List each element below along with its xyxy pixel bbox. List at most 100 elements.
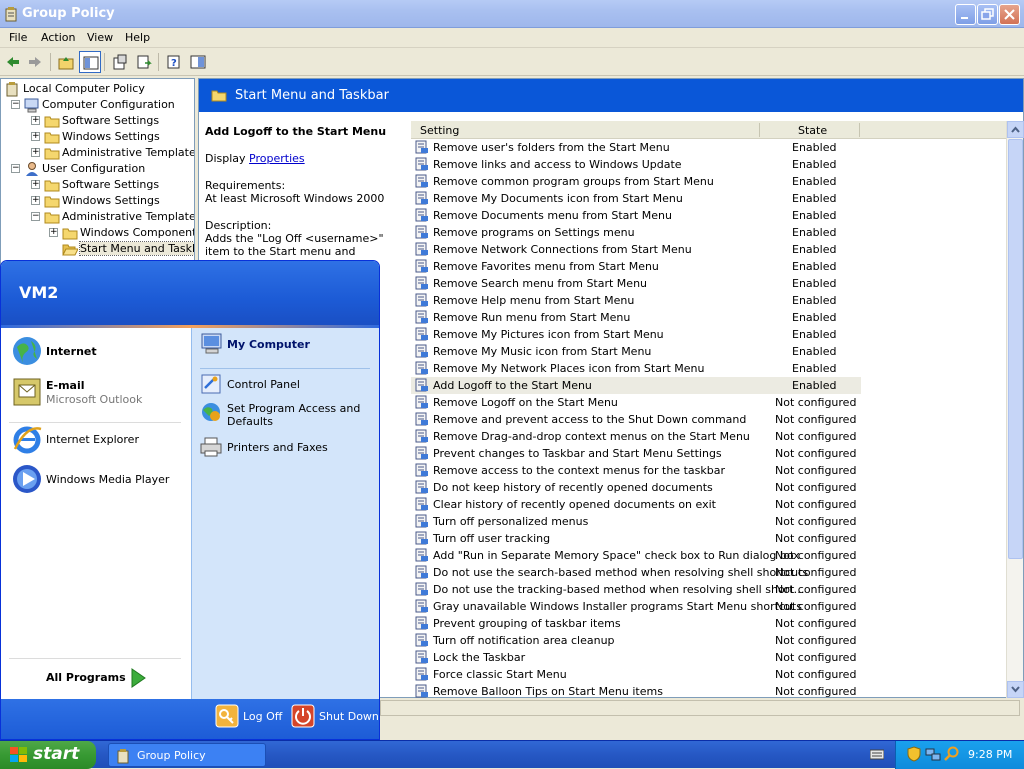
forward-button[interactable] xyxy=(24,51,46,73)
help-button[interactable]: ? xyxy=(163,51,185,73)
security-shield-icon[interactable] xyxy=(906,746,922,762)
column-divider[interactable] xyxy=(859,123,860,137)
start-item-internet[interactable]: Internet xyxy=(11,335,186,369)
menu-action[interactable]: Action xyxy=(41,31,75,44)
settings-list[interactable]: Remove user's folders from the Start Men… xyxy=(411,139,1011,699)
setting-row[interactable]: Remove Favorites menu from Start Menu Ena… xyxy=(411,258,861,275)
setting-row[interactable]: Lock the Taskbar Not configured xyxy=(411,649,861,666)
tree-item[interactable]: + Windows Settings xyxy=(31,129,194,145)
setting-row[interactable]: Force classic Start Menu Not configured xyxy=(411,666,861,683)
start-item-printers[interactable]: Printers and Faxes xyxy=(200,436,375,460)
setting-row[interactable]: Remove Search menu from Start Menu Enable… xyxy=(411,275,861,292)
expand-toggle-icon[interactable]: + xyxy=(31,196,40,205)
menu-help[interactable]: Help xyxy=(125,31,150,44)
expand-toggle-icon[interactable]: + xyxy=(49,228,58,237)
minimize-button[interactable] xyxy=(955,4,976,25)
maximize-button[interactable] xyxy=(977,4,998,25)
scroll-down-arrow[interactable] xyxy=(1007,681,1024,698)
up-one-level-button[interactable] xyxy=(55,51,77,73)
tree-item[interactable]: + Administrative Templates xyxy=(31,145,194,161)
properties-link[interactable]: Properties xyxy=(249,152,305,165)
taskbar-button-group-policy[interactable]: Group Policy xyxy=(108,743,266,767)
setting-row[interactable]: Prevent grouping of taskbar items Not con… xyxy=(411,615,861,632)
tree-item[interactable]: + Software Settings xyxy=(31,177,194,193)
start-item-control-panel[interactable]: Control Panel xyxy=(200,373,375,397)
clock[interactable]: 9:28 PM xyxy=(968,748,1012,761)
properties-button[interactable] xyxy=(109,51,131,73)
setting-row[interactable]: Remove links and access to Windows Updat… xyxy=(411,156,861,173)
setting-row[interactable]: Add "Run in Separate Memory Space" check… xyxy=(411,547,861,564)
setting-row[interactable]: Remove Balloon Tips on Start Menu items N… xyxy=(411,683,861,699)
vertical-scrollbar[interactable] xyxy=(1006,121,1024,698)
log-off-button[interactable]: Log Off xyxy=(215,704,285,730)
show-description-button[interactable] xyxy=(187,51,209,73)
setting-row[interactable]: Remove Drag-and-drop context menus on th… xyxy=(411,428,861,445)
scroll-thumb[interactable] xyxy=(1008,139,1023,559)
start-item-media-player[interactable]: Windows Media Player xyxy=(11,463,186,497)
column-header-state[interactable]: State xyxy=(798,124,827,137)
close-button[interactable] xyxy=(999,4,1020,25)
search-icon[interactable] xyxy=(944,746,960,762)
setting-row[interactable]: Turn off user tracking Not configured xyxy=(411,530,861,547)
setting-row[interactable]: Remove Logoff on the Start Menu Not confi… xyxy=(411,394,861,411)
scroll-up-arrow[interactable] xyxy=(1007,121,1024,138)
column-header-setting[interactable]: Setting xyxy=(420,124,459,137)
setting-row[interactable]: Do not use the tracking-based method whe… xyxy=(411,581,861,598)
start-button[interactable]: start xyxy=(0,741,96,769)
setting-row[interactable]: Remove Help menu from Start Menu Enabled xyxy=(411,292,861,309)
setting-row[interactable]: Remove Network Connections from Start Me… xyxy=(411,241,861,258)
setting-row[interactable]: Gray unavailable Windows Installer progr… xyxy=(411,598,861,615)
setting-row[interactable]: Turn off personalized menus Not configure… xyxy=(411,513,861,530)
menu-view[interactable]: View xyxy=(87,31,113,44)
start-item-email[interactable]: E-mail Microsoft Outlook xyxy=(11,376,186,410)
setting-row[interactable]: Do not use the search-based method when … xyxy=(411,564,861,581)
setting-row[interactable]: Prevent changes to Taskbar and Start Men… xyxy=(411,445,861,462)
title-bar[interactable]: Group Policy xyxy=(0,0,1024,28)
expand-toggle-icon[interactable]: + xyxy=(31,116,40,125)
setting-row[interactable]: Clear history of recently opened documen… xyxy=(411,496,861,513)
setting-row[interactable]: Remove and prevent access to the Shut Do… xyxy=(411,411,861,428)
tree-item[interactable]: + Windows Settings xyxy=(31,193,194,209)
show-hide-tree-button[interactable] xyxy=(79,51,101,73)
all-programs-button[interactable]: All Programs xyxy=(46,666,156,690)
menu-file[interactable]: File xyxy=(9,31,27,44)
shut-down-button[interactable]: Shut Down xyxy=(291,704,379,730)
tree-item[interactable]: − Computer Configuration xyxy=(11,97,194,113)
setting-row[interactable]: Remove Documents menu from Start Menu Ena… xyxy=(411,207,861,224)
setting-name: Do not keep history of recently opened d… xyxy=(433,481,713,494)
expand-toggle-icon[interactable]: + xyxy=(31,180,40,189)
back-button[interactable] xyxy=(2,51,24,73)
start-item-my-computer[interactable]: My Computer xyxy=(200,332,375,360)
expand-toggle-icon[interactable]: + xyxy=(31,132,40,141)
setting-row[interactable]: Do not keep history of recently opened d… xyxy=(411,479,861,496)
start-item-program-access[interactable]: Set Program Access and Defaults xyxy=(200,401,375,431)
column-divider[interactable] xyxy=(759,123,760,137)
setting-row[interactable]: Remove access to the context menus for t… xyxy=(411,462,861,479)
setting-row[interactable]: Remove programs on Settings menu Enabled xyxy=(411,224,861,241)
tree-item[interactable]: Local Computer Policy xyxy=(5,81,194,97)
setting-row[interactable]: Turn off notification area cleanup Not co… xyxy=(411,632,861,649)
expand-toggle-icon[interactable]: − xyxy=(11,164,20,173)
setting-row[interactable]: Remove My Music icon from Start Menu Enab… xyxy=(411,343,861,360)
control-panel-icon xyxy=(200,373,222,395)
setting-row[interactable]: Remove My Pictures icon from Start Menu E… xyxy=(411,326,861,343)
start-item-internet-explorer[interactable]: Internet Explorer xyxy=(11,423,186,457)
keyboard-icon[interactable] xyxy=(870,748,884,760)
setting-row[interactable]: Remove My Network Places icon from Start… xyxy=(411,360,861,377)
setting-row[interactable]: Remove common program groups from Start … xyxy=(411,173,861,190)
setting-row[interactable]: Remove Run menu from Start Menu Enabled xyxy=(411,309,861,326)
setting-state: Enabled xyxy=(792,226,837,239)
network-icon[interactable] xyxy=(925,746,941,762)
expand-toggle-icon[interactable]: − xyxy=(31,212,40,221)
expand-toggle-icon[interactable]: + xyxy=(31,148,40,157)
tree-item[interactable]: Start Menu and Taskbar xyxy=(49,241,194,257)
setting-row[interactable]: Add Logoff to the Start Menu Enabled xyxy=(411,377,861,394)
tree-item[interactable]: + Software Settings xyxy=(31,113,194,129)
expand-toggle-icon[interactable]: − xyxy=(11,100,20,109)
tree-item[interactable]: − Administrative Templates xyxy=(31,209,194,225)
export-list-button[interactable] xyxy=(133,51,155,73)
tree-item[interactable]: + Windows Components xyxy=(49,225,194,241)
tree-item[interactable]: − User Configuration xyxy=(11,161,194,177)
setting-row[interactable]: Remove My Documents icon from Start Menu… xyxy=(411,190,861,207)
setting-row[interactable]: Remove user's folders from the Start Men… xyxy=(411,139,861,156)
